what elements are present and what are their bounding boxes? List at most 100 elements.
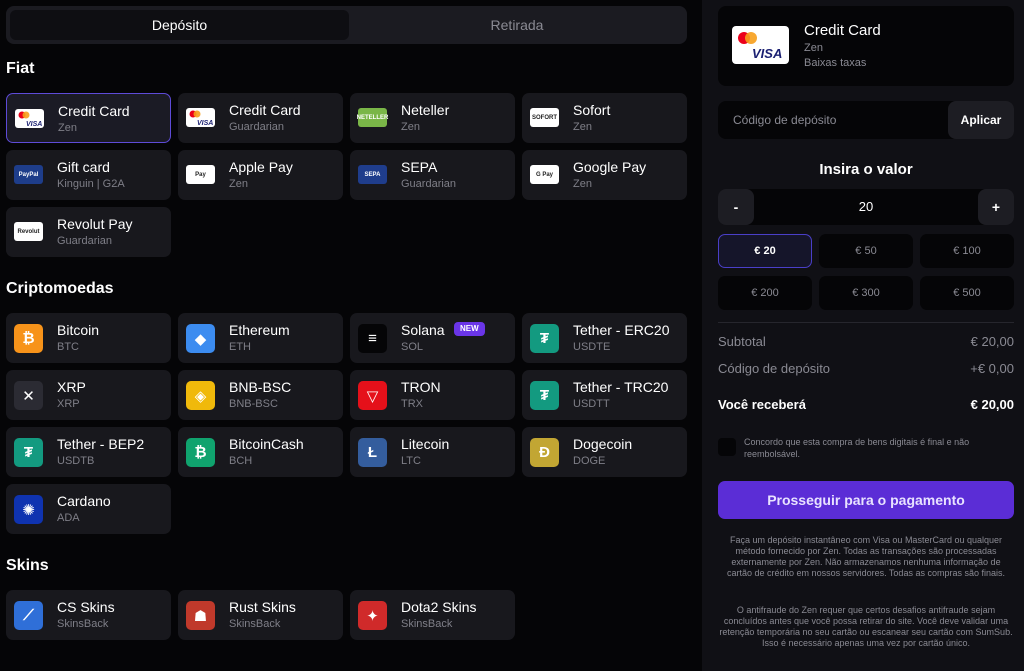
payment-method-name: Revolut Pay xyxy=(57,216,133,232)
payment-method-name: Dogecoin xyxy=(573,436,633,452)
amount-stepper: - 20 + xyxy=(718,189,1014,225)
payment-method-card[interactable]: ✕ XRP XRP xyxy=(6,370,171,420)
new-badge: NEW xyxy=(454,322,485,336)
decrease-amount-button[interactable]: - xyxy=(718,189,754,225)
payment-method-card[interactable]: ✦ Dota2 Skins SkinsBack xyxy=(350,590,515,640)
payment-method-name: Apple Pay xyxy=(229,159,293,175)
payment-method-provider: USDTT xyxy=(573,398,610,410)
payment-method-card[interactable]: Pay Apple Pay Zen xyxy=(178,150,343,200)
payment-method-name: Credit Card xyxy=(58,103,130,119)
visa-mastercard-logo: VISA xyxy=(186,108,215,127)
payment-method-card[interactable]: ⟋ CS Skins SkinsBack xyxy=(6,590,171,640)
payment-method-name: Tether - BEP2 xyxy=(57,436,145,452)
section-title-skins: Skins xyxy=(6,557,49,574)
sepa-logo: SEPA xyxy=(358,165,387,184)
payment-method-provider: Zen xyxy=(229,178,248,190)
payment-method-card[interactable]: PayPal Gift card Kinguin | G2A xyxy=(6,150,171,200)
apply-code-button[interactable]: Aplicar xyxy=(948,101,1014,139)
payment-method-card[interactable]: SOFORT Sofort Zen xyxy=(522,93,687,143)
dota2-skins-icon: ✦ xyxy=(358,601,387,630)
selected-method-title: Credit Card xyxy=(804,22,881,39)
payment-method-card[interactable]: ₮ Tether - ERC20 USDTE xyxy=(522,313,687,363)
subtotal-value: € 20,00 xyxy=(970,334,1014,349)
payment-method-card[interactable]: ◆ Ethereum ETH xyxy=(178,313,343,363)
bitcoin-icon: ₿ xyxy=(14,324,43,353)
section-title-crypto: Criptomoedas xyxy=(6,280,114,297)
payment-method-name: SEPA xyxy=(401,159,438,175)
payment-method-provider: Zen xyxy=(573,178,592,190)
payment-method-name: Litecoin xyxy=(401,436,450,452)
selected-method-provider: Zen xyxy=(804,42,823,54)
visa-mastercard-logo: VISA xyxy=(15,109,44,128)
payment-method-card[interactable]: ₮ Tether - TRC20 USDTT xyxy=(522,370,687,420)
receive-value: € 20,00 xyxy=(970,397,1014,412)
payment-method-provider: DOGE xyxy=(573,455,606,467)
payment-method-card[interactable]: ✺ Cardano ADA xyxy=(6,484,171,534)
increase-amount-button[interactable]: + xyxy=(978,189,1014,225)
neteller-logo: NETELLER xyxy=(357,108,388,127)
payment-method-card[interactable]: ≡ Solana SOL NEW xyxy=(350,313,515,363)
payment-method-name: CS Skins xyxy=(57,599,115,615)
receive-label: Você receberá xyxy=(718,397,806,412)
checkout-panel: VISA Credit Card Zen Baixas taxas Aplica… xyxy=(702,0,1024,671)
payment-method-provider: USDTB xyxy=(57,455,95,467)
payment-method-provider: Guardarian xyxy=(401,178,457,190)
amount-value[interactable]: 20 xyxy=(754,189,978,225)
proceed-to-payment-button[interactable]: Prosseguir para o pagamento xyxy=(718,481,1014,519)
payment-method-provider: BCH xyxy=(229,455,253,467)
payment-method-name: TRON xyxy=(401,379,441,395)
payment-method-name: Cardano xyxy=(57,493,111,509)
tron-icon: ▽ xyxy=(358,381,387,410)
selected-method-note: Baixas taxas xyxy=(804,57,867,69)
payment-method-card[interactable]: ◈ BNB-BSC BNB-BSC xyxy=(178,370,343,420)
payment-method-name: Gift card xyxy=(57,159,110,175)
payment-method-card[interactable]: G Pay Google Pay Zen xyxy=(522,150,687,200)
payment-method-provider: Zen xyxy=(573,121,592,133)
info-text-zen: Faça um depósito instantâneo com Visa ou… xyxy=(727,535,1005,578)
deposit-code-value: +€ 0,00 xyxy=(970,361,1014,376)
deposit-code-label: Código de depósito xyxy=(718,361,831,376)
payment-method-card[interactable]: Ð Dogecoin DOGE xyxy=(522,427,687,477)
payment-method-name: Sofort xyxy=(573,102,611,118)
tab-withdraw[interactable]: Retirada xyxy=(351,10,683,40)
payment-method-card[interactable]: NETELLER Neteller Zen xyxy=(350,93,515,143)
payment-method-provider: XRP xyxy=(57,398,80,410)
payment-method-provider: LTC xyxy=(401,455,421,467)
payment-method-card[interactable]: ☗ Rust Skins SkinsBack xyxy=(178,590,343,640)
bitcoincash-icon: ₿ xyxy=(186,438,215,467)
payment-method-card[interactable]: ₮ Tether - BEP2 USDTB xyxy=(6,427,171,477)
payment-method-name: XRP xyxy=(57,379,86,395)
svg-text:VISA: VISA xyxy=(752,46,782,61)
preset-amount-button[interactable]: € 200 xyxy=(718,276,812,310)
preset-amount-button[interactable]: € 50 xyxy=(819,234,913,268)
preset-amount-button[interactable]: € 500 xyxy=(920,276,1014,310)
amount-title: Insira o valor xyxy=(819,161,913,178)
payment-method-provider: ETH xyxy=(229,341,251,353)
payment-method-provider: TRX xyxy=(401,398,423,410)
preset-amount-button[interactable]: € 20 xyxy=(718,234,812,268)
payment-method-provider: BNB-BSC xyxy=(229,398,278,410)
payment-method-card[interactable]: Revolut Revolut Pay Guardarian xyxy=(6,207,171,257)
payment-method-card[interactable]: VISA Credit Card Guardarian xyxy=(178,93,343,143)
preset-amount-button[interactable]: € 300 xyxy=(819,276,913,310)
tab-deposit[interactable]: Depósito xyxy=(10,10,349,40)
summary-divider xyxy=(718,322,1014,323)
tether-icon: ₮ xyxy=(530,324,559,353)
preset-amount-button[interactable]: € 100 xyxy=(920,234,1014,268)
cs-skins-icon: ⟋ xyxy=(14,601,43,630)
payment-method-card[interactable]: SEPA SEPA Guardarian xyxy=(350,150,515,200)
payment-method-card[interactable]: ▽ TRON TRX xyxy=(350,370,515,420)
payment-method-provider: Guardarian xyxy=(229,121,285,133)
agree-checkbox[interactable] xyxy=(718,438,736,456)
payment-method-card[interactable]: Ł Litecoin LTC xyxy=(350,427,515,477)
payment-method-provider: USDTE xyxy=(573,341,611,353)
rust-skins-icon: ☗ xyxy=(186,601,215,630)
sofort-logo: SOFORT xyxy=(530,108,559,127)
payment-method-provider: SkinsBack xyxy=(229,618,281,630)
payment-method-name: Ethereum xyxy=(229,322,290,338)
payment-method-card[interactable]: ₿ Bitcoin BTC xyxy=(6,313,171,363)
deposit-code-input[interactable] xyxy=(718,101,948,139)
section-title-fiat: Fiat xyxy=(6,60,35,77)
payment-method-card[interactable]: ₿ BitcoinCash BCH xyxy=(178,427,343,477)
payment-method-card[interactable]: VISA Credit Card Zen xyxy=(6,93,171,143)
